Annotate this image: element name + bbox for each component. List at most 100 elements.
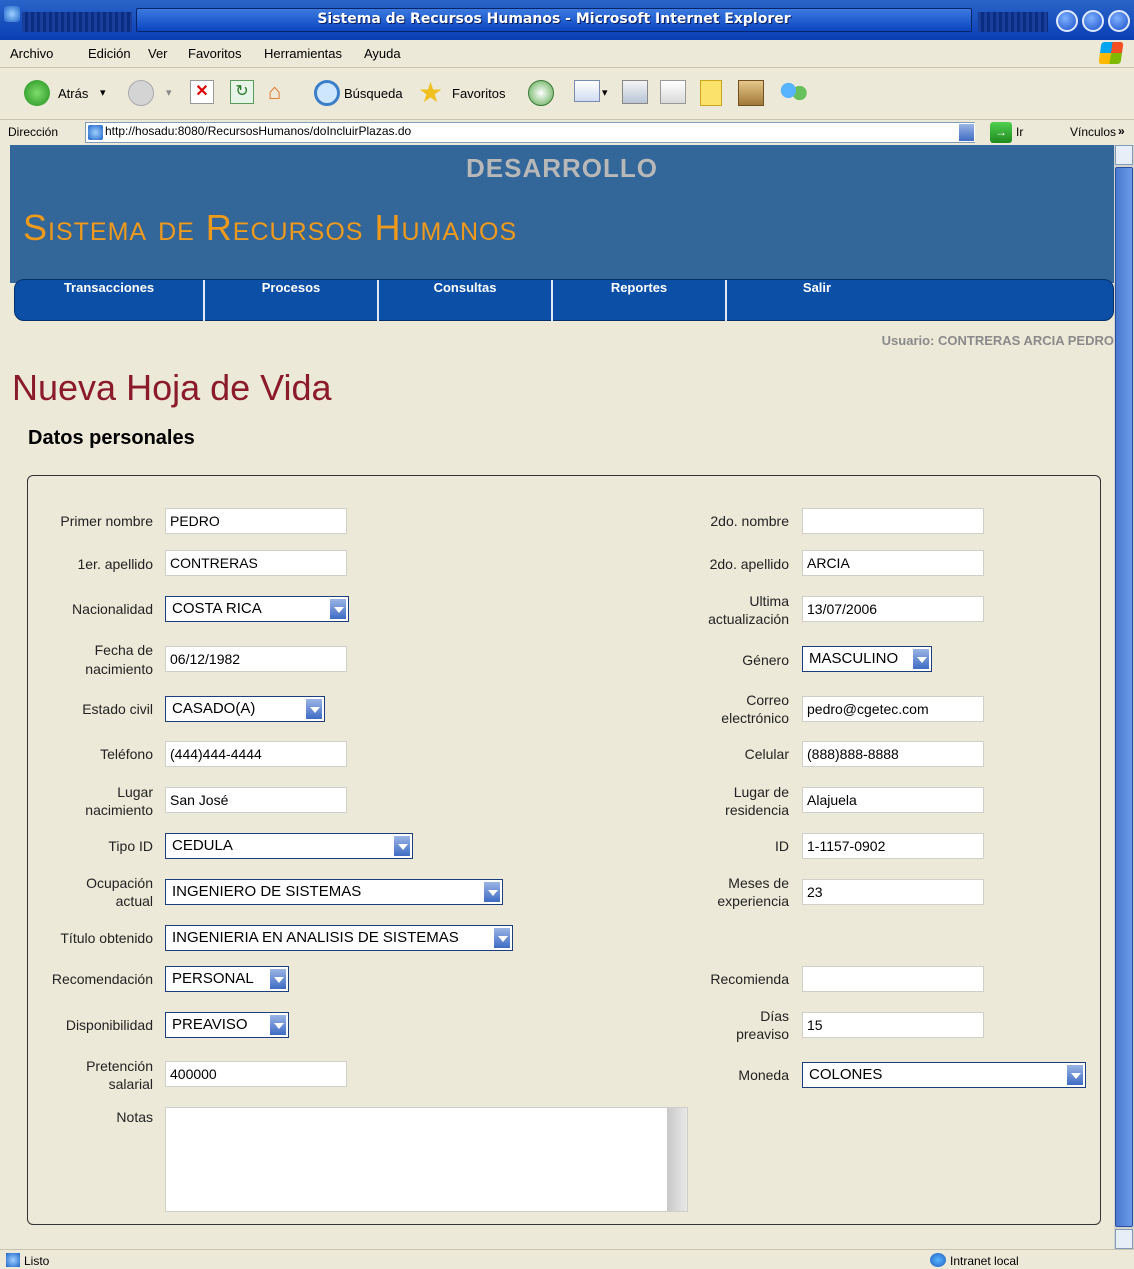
notas-textarea[interactable] — [165, 1107, 688, 1212]
favorites-label[interactable]: Favoritos — [452, 86, 505, 101]
label-primer-nombre: Primer nombre — [60, 513, 153, 529]
telefono-input[interactable]: (444)444-4444 — [165, 741, 347, 767]
minimize-button[interactable] — [1056, 10, 1078, 32]
pretencion-input[interactable]: 400000 — [165, 1061, 347, 1087]
label-notas: Notas — [116, 1109, 153, 1125]
lugar-residencia-input[interactable]: Alajuela — [802, 787, 984, 813]
search-icon[interactable] — [314, 80, 340, 106]
back-dropdown-icon[interactable]: ▾ — [100, 86, 106, 99]
id-input[interactable]: 1-1157-0902 — [802, 833, 984, 859]
primer-nombre-input[interactable]: PEDRO — [165, 508, 347, 534]
stop-icon[interactable]: ✕ — [190, 80, 214, 104]
ultima-actualizacion-input[interactable]: 13/07/2006 — [802, 596, 984, 622]
page-scrollbar[interactable] — [1114, 145, 1134, 1249]
home-icon[interactable]: ⌂ — [268, 80, 294, 106]
history-icon[interactable] — [528, 80, 554, 106]
menu-ver[interactable]: Ver — [148, 46, 168, 61]
label-correo-2: electrónico — [721, 710, 789, 726]
favorites-icon[interactable]: ★ — [418, 76, 443, 109]
close-button[interactable] — [1108, 10, 1130, 32]
nav-reportes[interactable]: Reportes — [553, 280, 727, 322]
toolbar: Atrás ▾ ▾ ✕ ↻ ⌂ Búsqueda ★ Favoritos ▾ — [0, 68, 1134, 120]
label-dias-1: Días — [760, 1008, 789, 1024]
fecha-nacimiento-input[interactable]: 06/12/1982 — [165, 646, 347, 672]
notas-scrollbar[interactable] — [667, 1108, 687, 1211]
titulo-select[interactable]: INGENIERIA EN ANALISIS DE SISTEMAS — [165, 925, 513, 951]
menu-herramientas[interactable]: Herramientas — [264, 46, 342, 61]
nav-transacciones[interactable]: Transacciones — [15, 280, 205, 322]
nav-consultas[interactable]: Consultas — [379, 280, 553, 322]
chevron-down-icon — [269, 968, 287, 990]
nav-bar: Transacciones Procesos Consultas Reporte… — [14, 279, 1114, 322]
window-title: Sistema de Recursos Humanos - Microsoft … — [317, 11, 791, 27]
chevron-down-icon — [305, 698, 323, 720]
tipo-id-value: CEDULA — [172, 837, 233, 854]
research-icon[interactable] — [738, 80, 764, 106]
segundo-apellido-input[interactable]: ARCIA — [802, 550, 984, 576]
maximize-button[interactable] — [1082, 10, 1104, 32]
celular-input[interactable]: (888)888-8888 — [802, 741, 984, 767]
messenger-icon[interactable] — [780, 80, 808, 106]
print-icon[interactable] — [622, 80, 648, 104]
estado-civil-value: CASADO(A) — [172, 700, 256, 717]
scroll-thumb[interactable] — [1115, 167, 1133, 1227]
environment-label: DESARROLLO — [466, 153, 658, 183]
menu-edicion[interactable]: Edición — [88, 46, 131, 61]
meses-experiencia-input[interactable]: 23 — [802, 879, 984, 905]
disponibilidad-select[interactable]: PREAVISO — [165, 1012, 289, 1038]
notes-icon[interactable] — [700, 80, 722, 106]
refresh-icon[interactable]: ↻ — [230, 80, 254, 104]
back-icon[interactable] — [24, 80, 50, 106]
chevron-down-icon — [493, 927, 511, 949]
nav-salir[interactable]: Salir — [727, 280, 907, 322]
genero-select[interactable]: MASCULINO — [802, 646, 932, 672]
label-pretencion-1: Pretención — [86, 1058, 153, 1074]
moneda-select[interactable]: COLONES — [802, 1062, 1086, 1088]
ocupacion-select[interactable]: INGENIERO DE SISTEMAS — [165, 879, 503, 905]
primer-apellido-input[interactable]: CONTRERAS — [165, 550, 347, 576]
label-segundo-apellido: 2do. apellido — [709, 556, 789, 572]
back-label[interactable]: Atrás — [58, 86, 88, 101]
links-chevron-icon[interactable]: » — [1118, 124, 1125, 138]
mail-icon[interactable] — [574, 80, 600, 102]
label-residencia-2: residencia — [725, 802, 789, 818]
edit-icon[interactable] — [660, 80, 686, 104]
label-dias-2: preaviso — [736, 1026, 789, 1042]
segundo-nombre-input[interactable] — [802, 508, 984, 534]
correo-input[interactable]: pedro@cgetec.com — [802, 696, 984, 722]
menu-favoritos[interactable]: Favoritos — [188, 46, 241, 61]
search-label[interactable]: Búsqueda — [344, 86, 403, 101]
recomienda-input[interactable] — [802, 966, 984, 992]
estado-civil-select[interactable]: CASADO(A) — [165, 696, 325, 722]
label-meses-1: Meses de — [728, 875, 789, 891]
forward-dropdown-icon[interactable]: ▾ — [166, 86, 172, 99]
links-label[interactable]: Vínculos — [1070, 125, 1116, 139]
label-ocupacion-2: actual — [115, 893, 153, 909]
label-ultima-2: actualización — [708, 611, 789, 627]
dias-preaviso-input[interactable]: 15 — [802, 1012, 984, 1038]
forward-icon[interactable] — [128, 80, 154, 106]
go-icon[interactable]: → — [990, 122, 1012, 143]
address-url[interactable]: http://hosadu:8080/RecursosHumanos/doInc… — [105, 124, 411, 138]
nav-procesos[interactable]: Procesos — [205, 280, 379, 322]
menu-archivo[interactable]: Archivo — [10, 46, 53, 61]
system-name: Sistema de Recursos Humanos — [23, 207, 518, 248]
go-label[interactable]: Ir — [1016, 125, 1023, 139]
scroll-up-icon[interactable] — [1115, 145, 1133, 165]
tipo-id-select[interactable]: CEDULA — [165, 833, 413, 859]
scroll-down-icon[interactable] — [1115, 1229, 1133, 1249]
label-fecha-nacimiento-1: Fecha de — [94, 642, 153, 658]
window-titlebar[interactable]: Sistema de Recursos Humanos - Microsoft … — [0, 0, 1134, 40]
label-nacionalidad: Nacionalidad — [72, 601, 153, 617]
menu-ayuda[interactable]: Ayuda — [364, 46, 401, 61]
label-celular: Celular — [744, 746, 789, 762]
lugar-nacimiento-input[interactable]: San José — [165, 787, 347, 813]
nacionalidad-select[interactable]: COSTA RICA — [165, 596, 349, 622]
intranet-icon — [930, 1253, 946, 1267]
moneda-value: COLONES — [809, 1066, 883, 1083]
recomendacion-select[interactable]: PERSONAL — [165, 966, 289, 992]
label-estado-civil: Estado civil — [82, 701, 153, 717]
address-dropdown-icon[interactable] — [958, 123, 975, 142]
label-pretencion-2: salarial — [108, 1076, 153, 1092]
mail-dropdown-icon[interactable]: ▾ — [602, 86, 608, 99]
